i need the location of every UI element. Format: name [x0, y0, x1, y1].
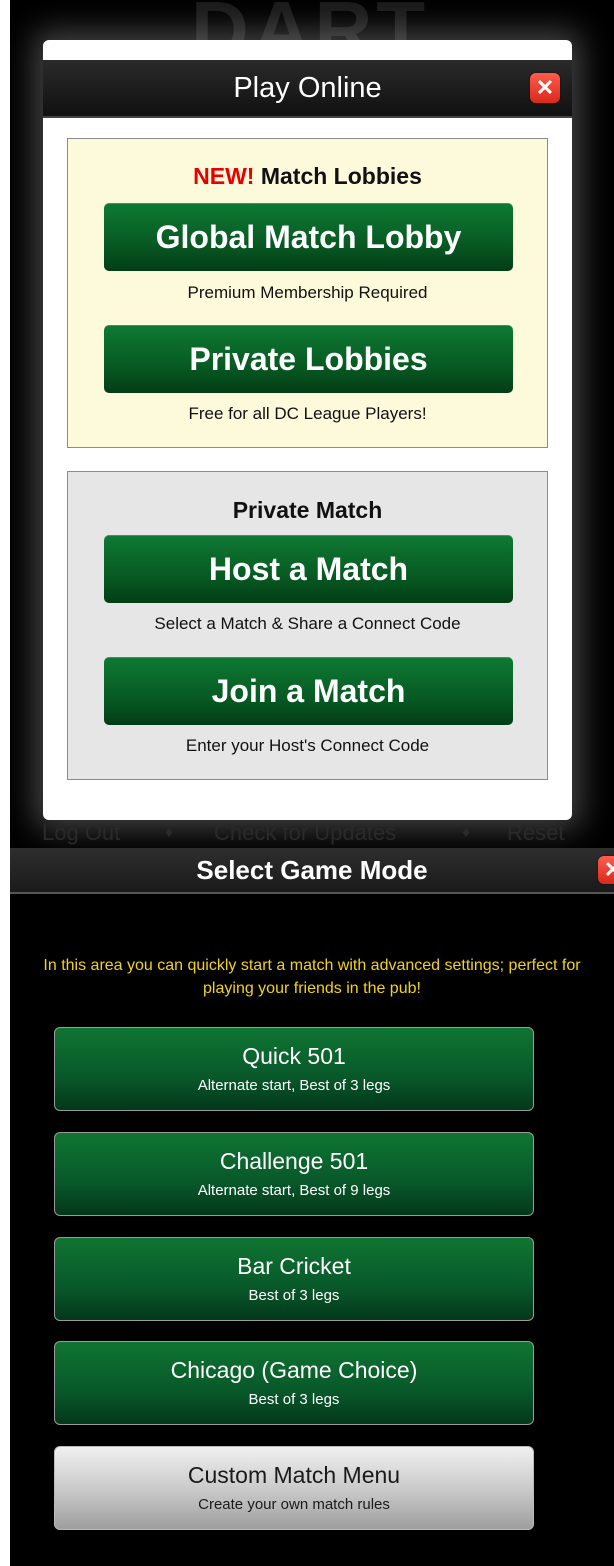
- quick-501-button[interactable]: Quick 501 Alternate start, Best of 3 leg…: [54, 1027, 534, 1111]
- logout-link[interactable]: Log Out: [42, 818, 120, 848]
- mode-description: Alternate start, Best of 9 legs: [197, 1182, 391, 1199]
- custom-match-menu-button[interactable]: Custom Match Menu Create your own match …: [54, 1446, 534, 1530]
- mode-label: Custom Match Menu: [187, 1462, 401, 1488]
- game-mode-header: Select Game Mode ✕: [10, 848, 614, 894]
- check-updates-link[interactable]: Check for Updates: [214, 818, 396, 848]
- modal-header: Play Online ✕: [43, 60, 572, 118]
- game-mode-title: Select Game Mode: [196, 855, 428, 885]
- challenge-501-button[interactable]: Challenge 501 Alternate start, Best of 9…: [54, 1132, 534, 1216]
- mode-label: Quick 501: [242, 1043, 346, 1069]
- reset-link[interactable]: Reset: [507, 818, 564, 848]
- global-lobby-caption: Premium Membership Required: [187, 283, 428, 302]
- match-lobbies-section: NEW! Match Lobbies Global Match Lobby Pr…: [67, 138, 548, 448]
- modal-title: Play Online: [233, 72, 382, 104]
- mode-label: Bar Cricket: [237, 1253, 351, 1279]
- separator: ♦: [462, 824, 471, 841]
- close-icon[interactable]: ✕: [530, 73, 560, 103]
- mode-description: Best of 3 legs: [248, 1287, 340, 1304]
- join-match-button[interactable]: Join a Match: [104, 657, 513, 725]
- mode-description: Alternate start, Best of 3 legs: [197, 1077, 391, 1094]
- private-lobbies-caption: Free for all DC League Players!: [188, 404, 427, 423]
- match-lobbies-heading: NEW! Match Lobbies: [68, 163, 547, 190]
- mode-description: Create your own match rules: [198, 1496, 390, 1513]
- chicago-button[interactable]: Chicago (Game Choice) Best of 3 legs: [54, 1341, 534, 1425]
- footer-links: Log Out ♦ Check for Updates ♦ Reset: [10, 818, 614, 848]
- mode-description: Best of 3 legs: [248, 1391, 340, 1408]
- join-match-caption: Enter your Host's Connect Code: [185, 736, 430, 755]
- private-match-heading: Private Match: [232, 497, 383, 523]
- new-badge: NEW!: [193, 163, 255, 189]
- private-match-section: Private Match Host a Match Select a Matc…: [67, 471, 548, 780]
- match-lobbies-label: Match Lobbies: [260, 163, 422, 189]
- play-online-modal: Play Online ✕ NEW! Match Lobbies Global …: [43, 40, 572, 820]
- close-icon[interactable]: ✕: [598, 856, 614, 884]
- mode-label: Challenge 501: [219, 1148, 369, 1174]
- private-lobbies-button[interactable]: Private Lobbies: [104, 325, 513, 393]
- host-match-button[interactable]: Host a Match: [104, 535, 513, 603]
- host-match-caption: Select a Match & Share a Connect Code: [154, 614, 461, 633]
- global-match-lobby-button[interactable]: Global Match Lobby: [104, 203, 513, 271]
- game-mode-intro: In this area you can quickly start a mat…: [43, 957, 581, 997]
- mode-label: Chicago (Game Choice): [170, 1357, 418, 1383]
- separator: ♦: [165, 824, 174, 841]
- app-stage: DART Play Online ✕ NEW! Match Lobbies Gl…: [10, 0, 614, 1566]
- bar-cricket-button[interactable]: Bar Cricket Best of 3 legs: [54, 1237, 534, 1321]
